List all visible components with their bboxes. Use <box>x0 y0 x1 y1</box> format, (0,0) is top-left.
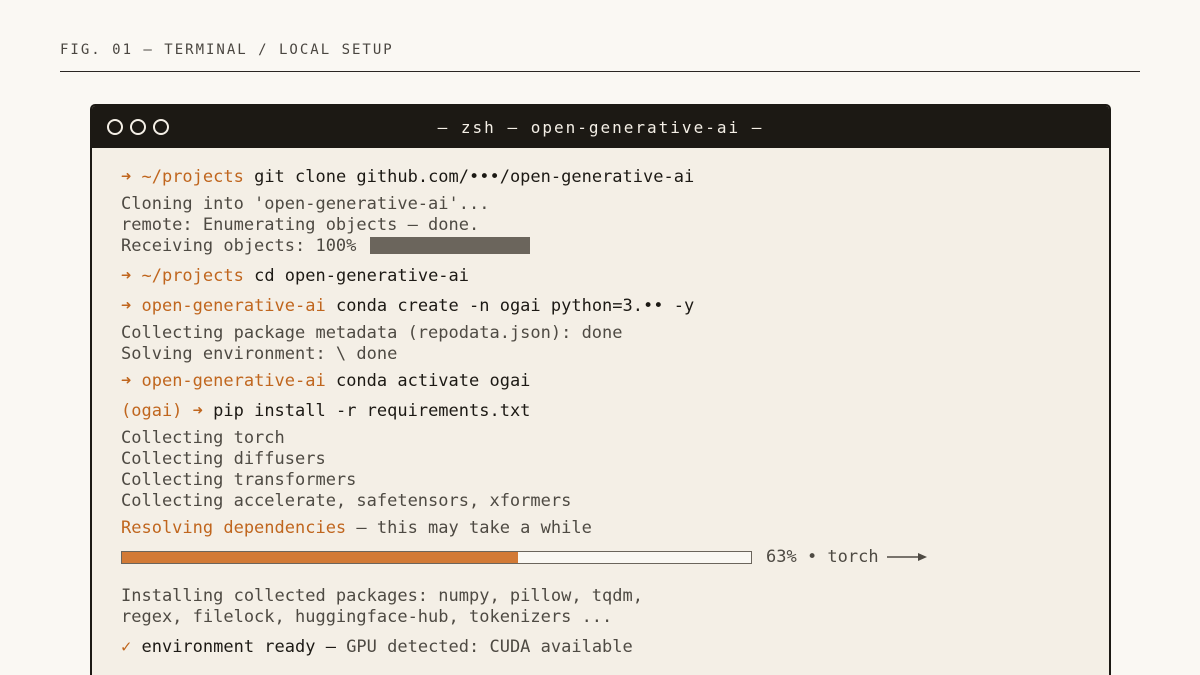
command-line: ➜ open-generative-ai conda create -n oga… <box>121 296 1109 317</box>
receiving-progress-bar <box>369 237 530 254</box>
prompt-cwd: ~/projects <box>131 167 255 187</box>
command-text: conda activate ogai <box>335 371 531 391</box>
prompt-arrow-icon: ➜ <box>121 296 132 316</box>
output-line: regex, filelock, huggingface-hub, tokeni… <box>121 607 613 627</box>
command-line: ➜ ~/projects git clone github.com/•••/op… <box>121 167 1109 188</box>
command-text: git clone github.com/•••/open-generative… <box>254 167 695 187</box>
prompt-arrow-icon: ➜ <box>121 371 132 391</box>
output-line: Installing collected packages: numpy, pi… <box>121 586 643 606</box>
progress-label-group: 63% • torch <box>766 547 929 568</box>
terminal-window: — zsh — open-generative-ai — ➜ ~/project… <box>90 104 1111 675</box>
progress-label: 63% • torch <box>766 547 879 567</box>
command-text: pip install -r requirements.txt <box>202 401 531 421</box>
title-bar[interactable]: — zsh — open-generative-ai — <box>92 106 1109 148</box>
prompt-cwd: open-generative-ai <box>131 296 336 316</box>
conda-env-label: (ogai) <box>121 401 193 421</box>
output-line: Solving environment: \ done <box>121 344 398 364</box>
command-line: ➜ open-generative-ai conda activate ogai <box>121 371 1109 392</box>
caption-divider <box>60 71 1140 72</box>
command-line: ➜ ~/projects cd open-generative-ai <box>121 266 1109 287</box>
output-line: Collecting accelerate, safetensors, xfor… <box>121 491 572 511</box>
prompt-cwd: open-generative-ai <box>131 371 336 391</box>
prompt-cwd: ~/projects <box>131 266 255 286</box>
resolving-line: Resolving dependencies — this may take a… <box>121 518 1109 539</box>
check-icon: ✓ <box>121 637 132 657</box>
figure-caption: FIG. 01 — TERMINAL / LOCAL SETUP <box>60 42 394 58</box>
output-line: remote: Enumerating objects — done. <box>121 215 480 235</box>
command-text: cd open-generative-ai <box>254 266 470 286</box>
prompt-arrow-icon: ➜ <box>121 167 132 187</box>
output-line: Cloning into 'open-generative-ai'... <box>121 194 490 214</box>
arrow-right-icon <box>886 553 927 561</box>
output-line: Collecting torch <box>121 428 285 448</box>
resolving-rest: — this may take a while <box>346 518 592 538</box>
final-status-line: ✓ environment ready — GPU detected: CUDA… <box>121 637 1109 658</box>
output-line: Collecting diffusers <box>121 449 326 469</box>
output-line: Collecting transformers <box>121 470 357 490</box>
progress-fill <box>122 552 519 563</box>
command-line: (ogai) ➜ pip install -r requirements.txt <box>121 401 1109 422</box>
window-title: — zsh — open-generative-ai — <box>437 118 764 137</box>
final-status: environment ready — <box>131 637 347 657</box>
install-progress: 63% • torch <box>121 547 1109 568</box>
prompt-arrow-icon: ➜ <box>192 401 203 421</box>
receiving-line: Receiving objects: 100% <box>121 236 1109 257</box>
command-text: conda create -n ogai python=3.•• -y <box>335 296 695 316</box>
terminal-output[interactable]: ➜ ~/projects git clone github.com/•••/op… <box>92 148 1109 658</box>
prompt-arrow-icon: ➜ <box>121 266 132 286</box>
resolving-highlight: Resolving dependencies <box>121 518 347 538</box>
receiving-text: Receiving objects: 100% <box>121 236 367 256</box>
progress-track <box>121 551 752 564</box>
output-line: Collecting package metadata (repodata.js… <box>121 323 623 343</box>
final-detail: GPU detected: CUDA available <box>346 637 633 657</box>
